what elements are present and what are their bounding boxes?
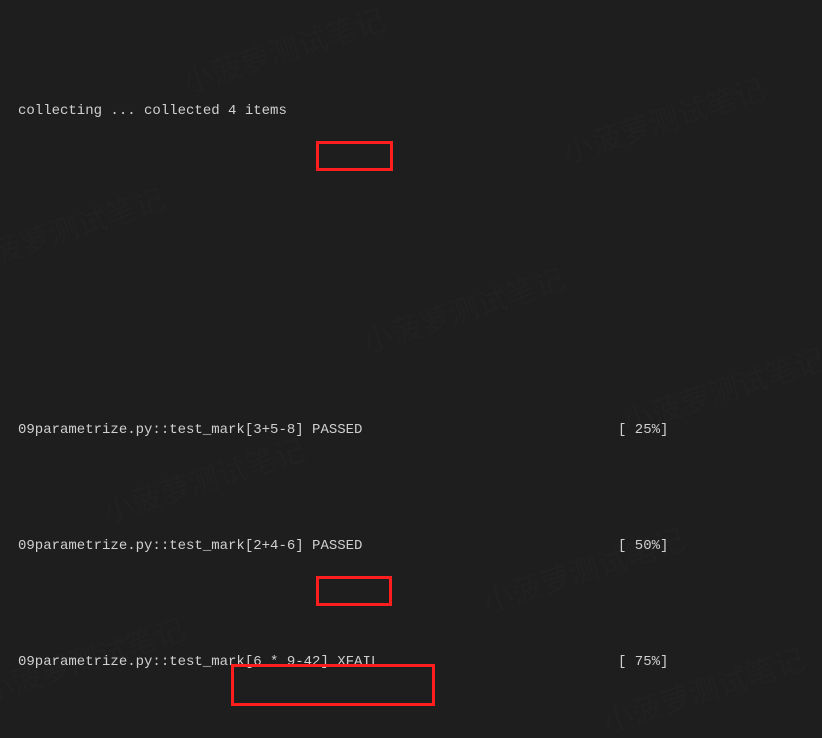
terminal-output: collecting ... collected 4 items 09param…: [0, 0, 822, 738]
test-result-row: 09parametrize.py::test_mark[2+4-6] PASSE…: [18, 532, 804, 561]
test-result-line: 09parametrize.py::test_mark[6 * 9-42] XF…: [18, 648, 379, 677]
test-result-row: 09parametrize.py::test_mark[6 * 9-42] XF…: [18, 648, 804, 677]
blank-line: [18, 300, 804, 329]
test-result-row: 09parametrize.py::test_mark[3+5-8] PASSE…: [18, 416, 804, 445]
collecting-line: collecting ... collected 4 items: [18, 97, 804, 126]
collecting-text: collecting ... collected 4 items: [18, 97, 287, 126]
test-result-pct: [ 25%]: [618, 416, 668, 445]
test-result-pct: [ 75%]: [618, 648, 668, 677]
highlight-box-xfail: [316, 141, 393, 171]
highlight-box-skipped: [316, 576, 392, 606]
blank-line: [18, 213, 804, 242]
test-result-line: 09parametrize.py::test_mark[2+4-6] PASSE…: [18, 532, 362, 561]
test-result-pct: [ 50%]: [618, 532, 668, 561]
test-result-line: 09parametrize.py::test_mark[3+5-8] PASSE…: [18, 416, 362, 445]
